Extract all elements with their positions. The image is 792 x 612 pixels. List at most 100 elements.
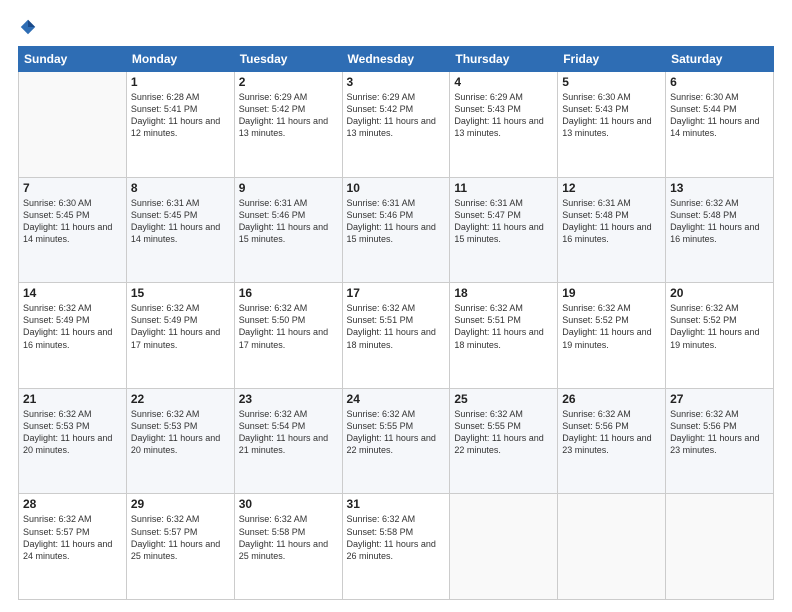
day-number: 9 [239, 181, 338, 195]
day-info: Sunrise: 6:29 AM Sunset: 5:42 PM Dayligh… [347, 91, 446, 140]
day-info: Sunrise: 6:30 AM Sunset: 5:45 PM Dayligh… [23, 197, 122, 246]
day-number: 28 [23, 497, 122, 511]
calendar-cell: 31Sunrise: 6:32 AM Sunset: 5:58 PM Dayli… [342, 494, 450, 600]
day-info: Sunrise: 6:32 AM Sunset: 5:52 PM Dayligh… [670, 302, 769, 351]
logo [18, 18, 37, 36]
header-row: Sunday Monday Tuesday Wednesday Thursday… [19, 47, 774, 72]
day-info: Sunrise: 6:32 AM Sunset: 5:58 PM Dayligh… [239, 513, 338, 562]
day-number: 13 [670, 181, 769, 195]
col-saturday: Saturday [666, 47, 774, 72]
calendar-cell: 25 Sunrise: 6:32 AM Sunset: 5:55 PM Dayli… [450, 388, 558, 494]
day-info: Sunrise: 6:32 AM Sunset: 5:53 PM Dayligh… [131, 408, 230, 457]
calendar-cell: 17 Sunrise: 6:32 AM Sunset: 5:51 PM Dayli… [342, 283, 450, 389]
week-row-3: 21Sunrise: 6:32 AM Sunset: 5:53 PM Dayli… [19, 388, 774, 494]
calendar-cell: 29 Sunrise: 6:32 AM Sunset: 5:57 PM Dayli… [126, 494, 234, 600]
calendar-cell: 7 Sunrise: 6:30 AM Sunset: 5:45 PM Daylig… [19, 177, 127, 283]
day-info: Sunrise: 6:32 AM Sunset: 5:57 PM Dayligh… [131, 513, 230, 562]
calendar-cell: 18 Sunrise: 6:32 AM Sunset: 5:51 PM Dayli… [450, 283, 558, 389]
day-number: 4 [454, 75, 553, 89]
calendar-cell: 10 Sunrise: 6:31 AM Sunset: 5:46 PM Dayli… [342, 177, 450, 283]
calendar-cell [558, 494, 666, 600]
day-number: 17 [347, 286, 446, 300]
day-info: Sunrise: 6:30 AM Sunset: 5:44 PM Dayligh… [670, 91, 769, 140]
calendar-cell: 23 Sunrise: 6:32 AM Sunset: 5:54 PM Dayli… [234, 388, 342, 494]
day-number: 25 [454, 392, 553, 406]
col-thursday: Thursday [450, 47, 558, 72]
day-number: 27 [670, 392, 769, 406]
day-number: 18 [454, 286, 553, 300]
calendar-cell [19, 72, 127, 178]
day-number: 15 [131, 286, 230, 300]
page: Sunday Monday Tuesday Wednesday Thursday… [0, 0, 792, 612]
day-number: 16 [239, 286, 338, 300]
week-row-1: 7 Sunrise: 6:30 AM Sunset: 5:45 PM Daylig… [19, 177, 774, 283]
calendar-cell: 3Sunrise: 6:29 AM Sunset: 5:42 PM Daylig… [342, 72, 450, 178]
day-info: Sunrise: 6:28 AM Sunset: 5:41 PM Dayligh… [131, 91, 230, 140]
calendar-cell: 22Sunrise: 6:32 AM Sunset: 5:53 PM Dayli… [126, 388, 234, 494]
day-info: Sunrise: 6:31 AM Sunset: 5:46 PM Dayligh… [239, 197, 338, 246]
calendar-cell: 26 Sunrise: 6:32 AM Sunset: 5:56 PM Dayli… [558, 388, 666, 494]
day-number: 14 [23, 286, 122, 300]
day-info: Sunrise: 6:32 AM Sunset: 5:53 PM Dayligh… [23, 408, 122, 457]
day-info: Sunrise: 6:31 AM Sunset: 5:47 PM Dayligh… [454, 197, 553, 246]
calendar-cell: 16 Sunrise: 6:32 AM Sunset: 5:50 PM Dayli… [234, 283, 342, 389]
day-info: Sunrise: 6:32 AM Sunset: 5:57 PM Dayligh… [23, 513, 122, 562]
day-info: Sunrise: 6:32 AM Sunset: 5:55 PM Dayligh… [454, 408, 553, 457]
calendar-cell: 27 Sunrise: 6:32 AM Sunset: 5:56 PM Dayli… [666, 388, 774, 494]
calendar-cell: 21Sunrise: 6:32 AM Sunset: 5:53 PM Dayli… [19, 388, 127, 494]
day-info: Sunrise: 6:32 AM Sunset: 5:49 PM Dayligh… [131, 302, 230, 351]
day-number: 24 [347, 392, 446, 406]
calendar-cell: 13 Sunrise: 6:32 AM Sunset: 5:48 PM Dayli… [666, 177, 774, 283]
day-number: 11 [454, 181, 553, 195]
col-sunday: Sunday [19, 47, 127, 72]
day-number: 12 [562, 181, 661, 195]
day-number: 8 [131, 181, 230, 195]
day-number: 23 [239, 392, 338, 406]
calendar-cell: 2 Sunrise: 6:29 AM Sunset: 5:42 PM Daylig… [234, 72, 342, 178]
day-info: Sunrise: 6:32 AM Sunset: 5:49 PM Dayligh… [23, 302, 122, 351]
day-info: Sunrise: 6:32 AM Sunset: 5:52 PM Dayligh… [562, 302, 661, 351]
day-number: 7 [23, 181, 122, 195]
day-number: 10 [347, 181, 446, 195]
calendar-cell: 6Sunrise: 6:30 AM Sunset: 5:44 PM Daylig… [666, 72, 774, 178]
header [18, 18, 774, 36]
calendar-cell: 12 Sunrise: 6:31 AM Sunset: 5:48 PM Dayli… [558, 177, 666, 283]
week-row-2: 14 Sunrise: 6:32 AM Sunset: 5:49 PM Dayli… [19, 283, 774, 389]
calendar-cell: 28 Sunrise: 6:32 AM Sunset: 5:57 PM Dayli… [19, 494, 127, 600]
day-info: Sunrise: 6:31 AM Sunset: 5:45 PM Dayligh… [131, 197, 230, 246]
day-info: Sunrise: 6:32 AM Sunset: 5:56 PM Dayligh… [562, 408, 661, 457]
calendar-cell: 24Sunrise: 6:32 AM Sunset: 5:55 PM Dayli… [342, 388, 450, 494]
day-info: Sunrise: 6:31 AM Sunset: 5:46 PM Dayligh… [347, 197, 446, 246]
week-row-0: 1Sunrise: 6:28 AM Sunset: 5:41 PM Daylig… [19, 72, 774, 178]
day-info: Sunrise: 6:32 AM Sunset: 5:56 PM Dayligh… [670, 408, 769, 457]
day-number: 20 [670, 286, 769, 300]
calendar-cell [450, 494, 558, 600]
day-info: Sunrise: 6:32 AM Sunset: 5:58 PM Dayligh… [347, 513, 446, 562]
calendar-cell: 11 Sunrise: 6:31 AM Sunset: 5:47 PM Dayli… [450, 177, 558, 283]
day-info: Sunrise: 6:29 AM Sunset: 5:42 PM Dayligh… [239, 91, 338, 140]
calendar-cell: 30 Sunrise: 6:32 AM Sunset: 5:58 PM Dayli… [234, 494, 342, 600]
week-row-4: 28 Sunrise: 6:32 AM Sunset: 5:57 PM Dayli… [19, 494, 774, 600]
day-number: 26 [562, 392, 661, 406]
day-info: Sunrise: 6:32 AM Sunset: 5:54 PM Dayligh… [239, 408, 338, 457]
day-number: 30 [239, 497, 338, 511]
day-info: Sunrise: 6:31 AM Sunset: 5:48 PM Dayligh… [562, 197, 661, 246]
calendar-cell: 14 Sunrise: 6:32 AM Sunset: 5:49 PM Dayli… [19, 283, 127, 389]
day-number: 5 [562, 75, 661, 89]
day-info: Sunrise: 6:32 AM Sunset: 5:51 PM Dayligh… [347, 302, 446, 351]
calendar-cell: 4 Sunrise: 6:29 AM Sunset: 5:43 PM Daylig… [450, 72, 558, 178]
day-info: Sunrise: 6:32 AM Sunset: 5:48 PM Dayligh… [670, 197, 769, 246]
calendar-cell: 15 Sunrise: 6:32 AM Sunset: 5:49 PM Dayli… [126, 283, 234, 389]
day-info: Sunrise: 6:30 AM Sunset: 5:43 PM Dayligh… [562, 91, 661, 140]
day-info: Sunrise: 6:32 AM Sunset: 5:51 PM Dayligh… [454, 302, 553, 351]
day-info: Sunrise: 6:32 AM Sunset: 5:50 PM Dayligh… [239, 302, 338, 351]
calendar-cell: 1Sunrise: 6:28 AM Sunset: 5:41 PM Daylig… [126, 72, 234, 178]
day-number: 29 [131, 497, 230, 511]
col-monday: Monday [126, 47, 234, 72]
col-wednesday: Wednesday [342, 47, 450, 72]
calendar-cell: 20 Sunrise: 6:32 AM Sunset: 5:52 PM Dayli… [666, 283, 774, 389]
day-number: 2 [239, 75, 338, 89]
logo-icon [19, 18, 37, 36]
calendar-cell: 8 Sunrise: 6:31 AM Sunset: 5:45 PM Daylig… [126, 177, 234, 283]
day-info: Sunrise: 6:29 AM Sunset: 5:43 PM Dayligh… [454, 91, 553, 140]
